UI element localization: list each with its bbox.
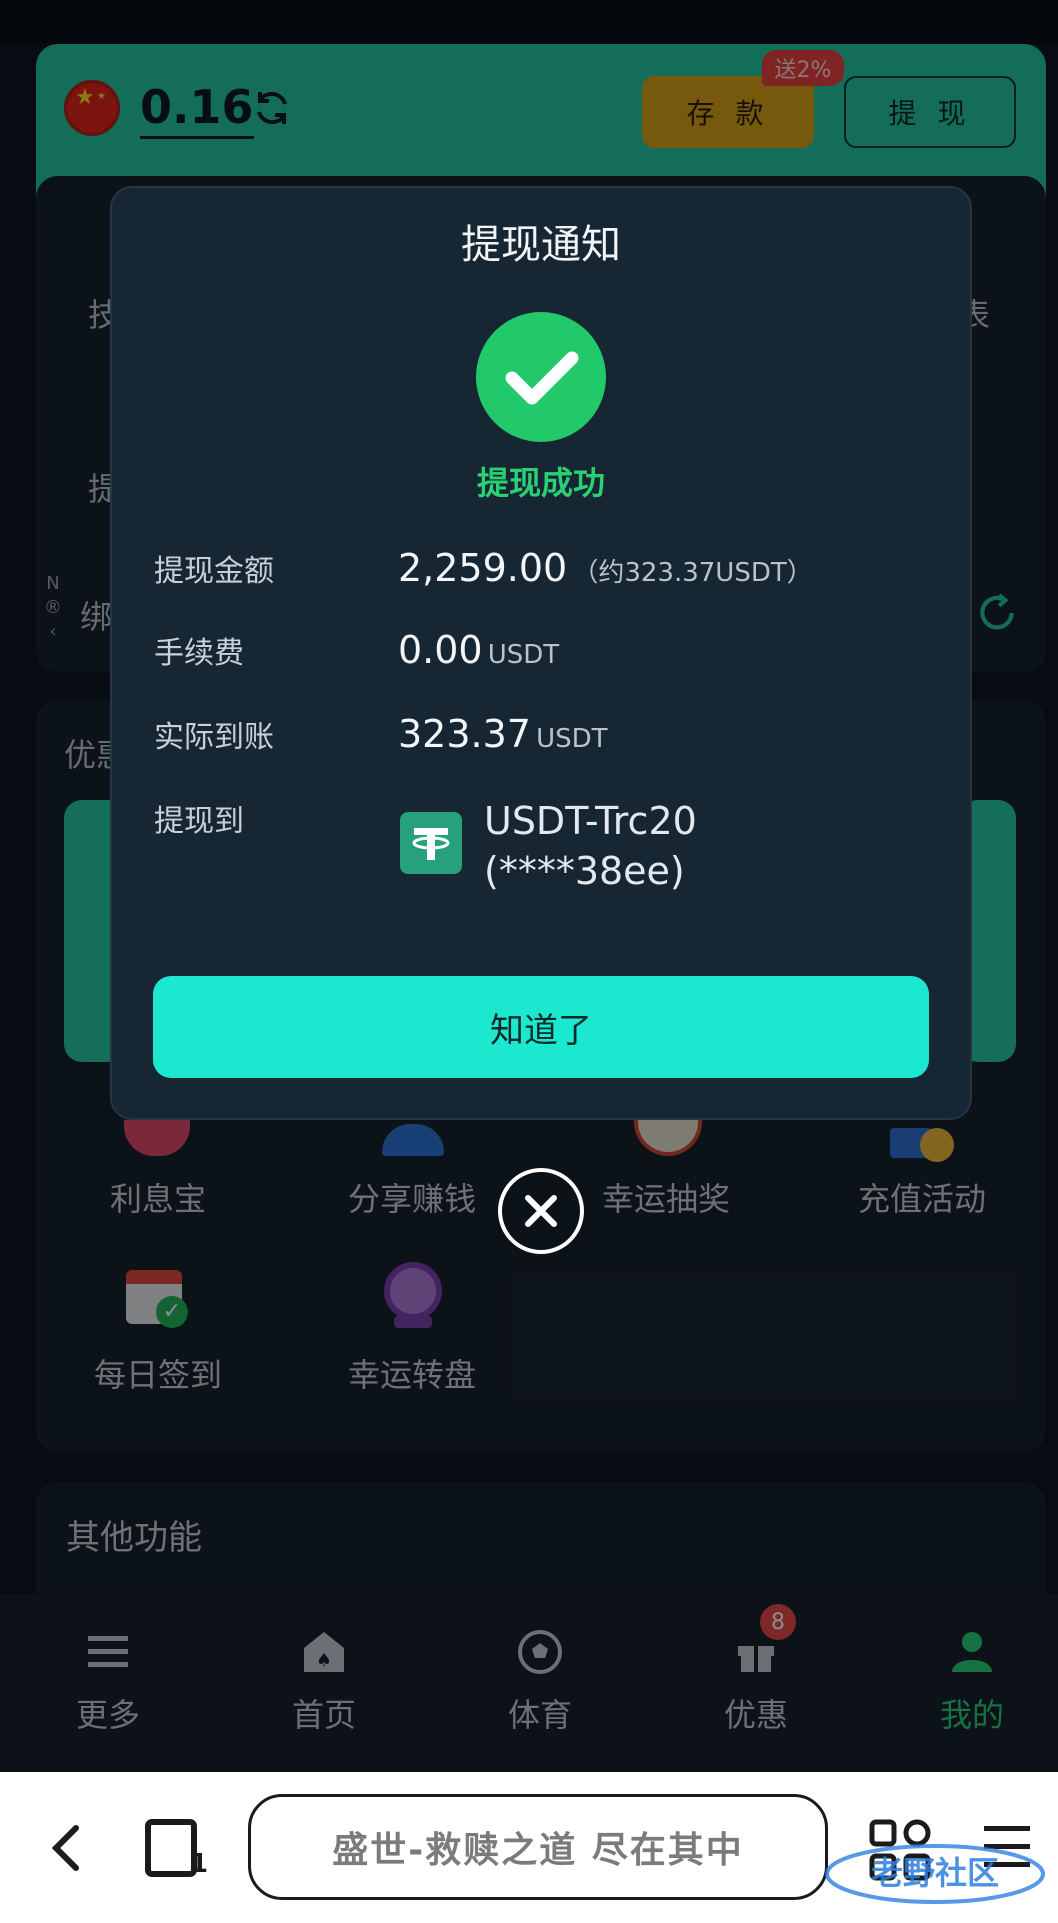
fee-value: 0.00: [398, 628, 483, 672]
destination-label: 提现到: [154, 804, 244, 839]
acknowledge-button[interactable]: 知道了: [153, 976, 929, 1078]
dialog-title: 提现通知: [461, 222, 621, 268]
svg-text:老野社区: 老野社区: [871, 1854, 999, 1892]
amount-row: 2,259.00 （约323.37USDT）: [398, 546, 813, 590]
success-status: 提现成功: [476, 464, 605, 502]
amount-label: 提现金额: [154, 554, 274, 589]
fee-unit: USDT: [487, 640, 560, 670]
fee-label: 手续费: [154, 636, 244, 671]
destination-network: USDT-Trc20: [484, 799, 697, 843]
close-icon[interactable]: [498, 1168, 584, 1254]
address-bar[interactable]: 盛世-救赎之道 尽在其中: [248, 1794, 828, 1900]
destination-wallet: USDT-Trc20 (****38ee): [484, 796, 697, 896]
svg-text:1: 1: [190, 1849, 208, 1879]
received-row: 323.37 USDT: [398, 712, 608, 756]
amount-approx: （约323.37USDT）: [572, 558, 813, 588]
tabs-icon[interactable]: 1: [144, 1814, 208, 1880]
tether-icon: [400, 812, 462, 874]
back-arrow-icon[interactable]: [46, 1820, 86, 1876]
received-value: 323.37: [398, 712, 531, 756]
received-unit: USDT: [536, 724, 608, 754]
success-check-icon: [476, 312, 606, 442]
fee-row: 0.00 USDT: [398, 628, 559, 672]
received-label: 实际到账: [154, 720, 274, 755]
watermark-logo: 老野社区: [825, 1844, 1045, 1904]
amount-value: 2,259.00: [398, 546, 568, 590]
destination-account: (****38ee): [484, 849, 685, 893]
